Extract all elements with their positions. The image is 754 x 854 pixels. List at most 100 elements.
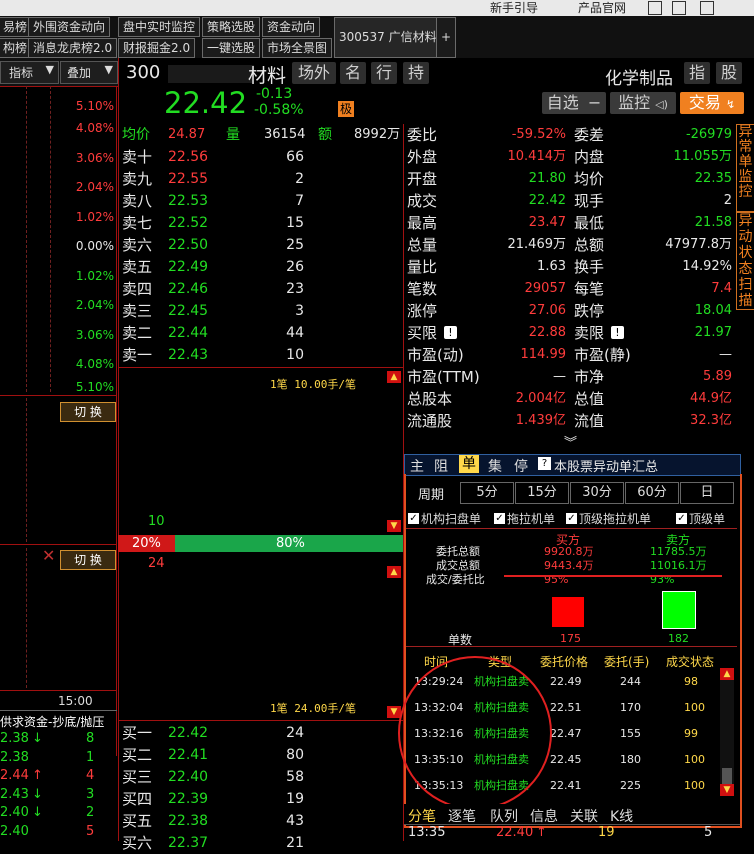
period-button[interactable]: 5分 [460,482,514,504]
fund-price: 2.43 [0,786,29,802]
bottom-tab[interactable]: K线 [610,806,633,826]
scroll-down-icon[interactable]: ▼ [387,520,401,532]
scroll-down-icon[interactable]: ▼ [720,784,734,796]
level-volume: 26 [286,259,304,275]
filter-checkbox[interactable]: ✓ 拖拉机单 [494,510,555,528]
tab-resist[interactable]: 阻 [434,456,448,476]
tab-report-mining[interactable]: 财报掘金2.0 [118,38,196,58]
tab-fund-flow[interactable]: 资金动向 [262,17,321,37]
overlay-button[interactable]: 叠加 ▼ [60,61,118,84]
bottom-tab[interactable]: 逐笔 [448,806,476,826]
buy-level-row[interactable]: 买三 22.40 58 [118,766,403,788]
switch-button-1[interactable]: 切 换 [60,402,116,422]
tab-stock[interactable]: 300537 广信材料 [334,17,442,58]
level-label: 卖二 [122,324,153,342]
tab-one-click[interactable]: 一键选股 [202,38,261,58]
buy-level-row[interactable]: 买六 22.37 21 [118,832,403,854]
stat-label: 成交 [407,192,438,210]
side-tab-monitor[interactable]: 异常单监控 [736,124,754,212]
stat-value: 2.004亿 [515,391,566,406]
window-button-icon[interactable] [672,1,686,15]
table-cell: 170 [620,701,641,714]
sell-level-row[interactable]: 卖九 22.55 2 [118,168,403,190]
current-price: 22.42 [164,86,248,120]
tab-main[interactable]: 主 [410,456,424,476]
buy-level-row[interactable]: 买二 22.41 80 [118,744,403,766]
index-button[interactable]: 指 [684,62,710,84]
tab-foreign-funds[interactable]: 外围资金动向 [28,17,111,37]
period-button[interactable]: 30分 [570,482,624,504]
bottom-tab[interactable]: 分笔 [408,806,436,826]
circle-annotation [398,656,552,810]
stats-row: 流通股 1.439亿 流值 32.3亿 [404,410,734,432]
scroll-up-icon[interactable]: ▲ [387,566,401,578]
period-button[interactable]: 60分 [625,482,679,504]
sell-count: 182 [668,632,689,645]
watchlist-button[interactable]: 自选 − [542,92,606,114]
filter-checkbox[interactable]: ✓ 顶级单 [676,510,725,528]
tag-hold[interactable]: 持 [403,62,429,84]
tag-otc[interactable]: 场外 [292,62,336,84]
level-price: 22.56 [168,149,209,165]
table-scrollbar[interactable]: ▲ ▼ [720,668,734,796]
sell-level-row[interactable]: 卖三 22.45 3 [118,300,403,322]
sell-level-row[interactable]: 卖一 22.43 10 [118,344,403,366]
bottom-tab[interactable]: 关联 [570,806,598,826]
stat-value: 114.99 [520,347,567,362]
scroll-thumb[interactable] [722,768,732,784]
side-tab-scan[interactable]: 异动状态扫描 [736,212,754,310]
table-cell: 225 [620,779,641,792]
stat-label: 最低 [574,214,605,232]
add-tab-button[interactable]: + [436,17,457,58]
bottom-tab[interactable]: 信息 [530,806,558,826]
switch-button-2[interactable]: 切 换 [60,550,116,570]
warning-icon: ! [611,326,624,339]
scroll-up-icon[interactable]: ▲ [387,371,401,383]
sell-level-row[interactable]: 卖十 22.56 66 [118,146,403,168]
period-button[interactable]: 15分 [515,482,569,504]
tag-industry[interactable]: 行 [371,62,397,84]
buy-level-row[interactable]: 买一 22.42 24 [118,722,403,744]
tab-news-dragon[interactable]: 消息龙虎榜2.0 [28,38,118,58]
sell-level-row[interactable]: 卖二 22.44 44 [118,322,403,344]
tab-stop[interactable]: 停 [514,456,528,476]
filter-checkbox[interactable]: ✓ 机构扫盘单 [408,510,481,528]
sell-level-row[interactable]: 卖七 22.52 15 [118,212,403,234]
trade-button[interactable]: 交易 ↯ [680,92,744,114]
scroll-up-icon[interactable]: ▲ [720,668,734,680]
stat-value: 21.469万 [507,237,567,252]
left-chart-pane: 指标 ▼ 叠加 ▼ 5.10% 4.08% 3.06% 2.04% 1.02% … [0,58,118,841]
tab-market-view[interactable]: 市场全景图 [262,38,333,58]
stock-name: 材料 [248,65,287,87]
filter-checkbox[interactable]: ✓ 顶级拖拉机单 [566,510,651,528]
sell-level-row[interactable]: 卖五 22.49 26 [118,256,403,278]
tab-order[interactable]: 单 [459,455,479,473]
buy-level-row[interactable]: 买四 22.39 19 [118,788,403,810]
level-label: 买一 [122,724,153,742]
expand-icon[interactable]: ︾ [564,432,577,451]
tag-name[interactable]: 名 [340,62,366,84]
level-label: 买五 [122,812,153,830]
close-window-icon[interactable] [700,1,714,15]
site-link[interactable]: 产品官网 [578,0,626,16]
sell-level-row[interactable]: 卖四 22.46 23 [118,278,403,300]
indicator-button[interactable]: 指标 ▼ [0,61,59,84]
monitor-button[interactable]: 监控 ◁) [610,92,676,114]
stock-header: 300 材料 场外 名 行 持 22.42 -0.13 -0.58% 极 化学制… [118,58,754,841]
help-icon[interactable]: ? [538,457,551,470]
bottom-tab[interactable]: 队列 [490,806,518,826]
level-price: 22.41 [168,747,209,763]
level-price: 22.42 [168,725,209,741]
buy-level-row[interactable]: 买五 22.38 43 [118,810,403,832]
sell-level-row[interactable]: 卖六 22.50 25 [118,234,403,256]
guide-link[interactable]: 新手引导 [490,0,538,16]
tab-collect[interactable]: 集 [488,456,502,476]
filter-label: 拖拉机单 [507,512,556,526]
period-button[interactable]: 日 [680,482,734,504]
stock-button[interactable]: 股 [716,62,742,84]
minimize-icon[interactable] [648,1,662,15]
tab-realtime-monitor[interactable]: 盘中实时监控 [118,17,201,37]
sell-level-row[interactable]: 卖八 22.53 7 [118,190,403,212]
tab-strategy[interactable]: 策略选股 [202,17,261,37]
table-cell: 100 [684,701,705,714]
